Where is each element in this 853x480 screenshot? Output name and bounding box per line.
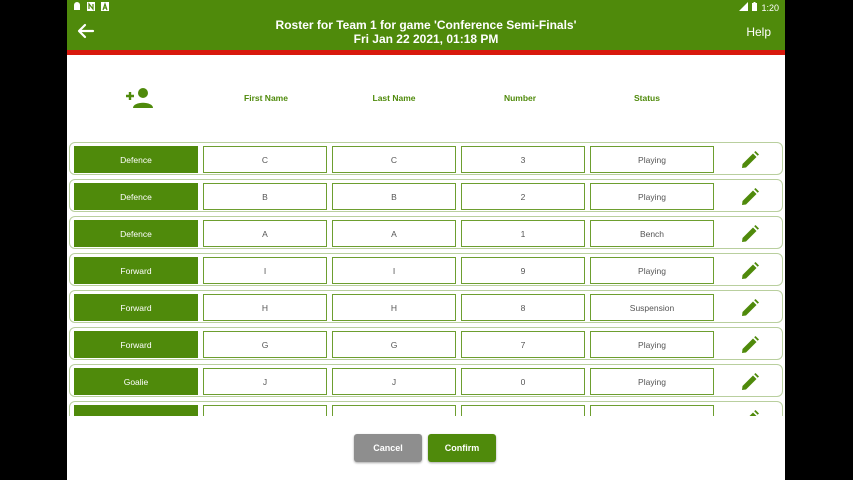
last-name-cell[interactable]: I xyxy=(332,257,456,284)
first-name-cell[interactable]: B xyxy=(203,183,327,210)
position-chip[interactable]: Defence xyxy=(74,183,198,210)
header-status: Status xyxy=(634,93,660,103)
back-arrow-icon[interactable] xyxy=(75,20,97,42)
number-cell[interactable]: 8 xyxy=(461,294,585,321)
position-chip[interactable]: Forward xyxy=(74,294,198,321)
number-cell[interactable]: 2 xyxy=(461,183,585,210)
status-cell[interactable]: Playing xyxy=(590,183,714,210)
clock: 1:20 xyxy=(761,2,779,13)
roster-row: Goalie J J 0 Playing xyxy=(69,364,783,397)
a-icon xyxy=(101,2,109,11)
signal-icon xyxy=(739,2,749,13)
roster-row: Forward I I 9 Playing xyxy=(69,253,783,286)
title-line1: Roster for Team 1 for game 'Conference S… xyxy=(275,18,577,32)
status-cell[interactable]: Playing xyxy=(590,146,714,173)
number-cell[interactable]: 9 xyxy=(461,257,585,284)
last-name-cell[interactable]: B xyxy=(332,183,456,210)
table-header: First Name Last Name Number Status xyxy=(67,80,785,116)
number-cell[interactable]: 6 xyxy=(461,405,585,416)
accent-divider xyxy=(67,50,785,55)
n-icon xyxy=(87,2,95,11)
position-chip[interactable]: Forward xyxy=(74,331,198,358)
number-cell[interactable]: 3 xyxy=(461,146,585,173)
first-name-cell[interactable]: F xyxy=(203,405,327,416)
first-name-cell[interactable]: A xyxy=(203,220,327,247)
last-name-cell[interactable]: H xyxy=(332,294,456,321)
last-name-cell[interactable]: G xyxy=(332,331,456,358)
header-number: Number xyxy=(503,93,537,103)
status-cell[interactable]: Playing xyxy=(590,257,714,284)
position-chip[interactable]: Defence xyxy=(74,220,198,247)
status-cell[interactable]: Playing xyxy=(590,331,714,358)
roster-row: Forward H H 8 Suspension xyxy=(69,290,783,323)
roster-row: Defence A A 1 Bench xyxy=(69,216,783,249)
roster-row: Midfield F F 6 Inactive xyxy=(69,401,783,416)
add-player-icon[interactable] xyxy=(125,87,153,109)
position-chip[interactable]: Goalie xyxy=(74,368,198,395)
last-name-cell[interactable]: A xyxy=(332,220,456,247)
first-name-cell[interactable]: H xyxy=(203,294,327,321)
first-name-cell[interactable]: J xyxy=(203,368,327,395)
edit-pencil-icon[interactable] xyxy=(740,224,760,244)
android-icon xyxy=(73,2,81,11)
edit-pencil-icon[interactable] xyxy=(740,187,760,207)
last-name-cell[interactable]: C xyxy=(332,146,456,173)
app-window: 1:20 Roster for Team 1 for game 'Confere… xyxy=(67,0,785,480)
cancel-button[interactable]: Cancel xyxy=(354,434,422,462)
roster-row: Defence C C 3 Playing xyxy=(69,142,783,175)
first-name-cell[interactable]: G xyxy=(203,331,327,358)
position-chip[interactable]: Forward xyxy=(74,257,198,284)
app-bar: Roster for Team 1 for game 'Conference S… xyxy=(67,14,785,50)
position-chip[interactable]: Defence xyxy=(74,146,198,173)
roster-row: Defence B B 2 Playing xyxy=(69,179,783,212)
number-cell[interactable]: 1 xyxy=(461,220,585,247)
header-last-name: Last Name xyxy=(372,93,416,103)
header-first-name: First Name xyxy=(244,93,288,103)
status-cell[interactable]: Playing xyxy=(590,368,714,395)
page-title: Roster for Team 1 for game 'Conference S… xyxy=(127,18,725,46)
last-name-cell[interactable]: J xyxy=(332,368,456,395)
confirm-button[interactable]: Confirm xyxy=(428,434,496,462)
last-name-cell[interactable]: F xyxy=(332,405,456,416)
edit-pencil-icon[interactable] xyxy=(740,298,760,318)
edit-pencil-icon[interactable] xyxy=(740,335,760,355)
status-cell[interactable]: Inactive xyxy=(590,405,714,416)
battery-icon xyxy=(752,2,758,13)
status-cell[interactable]: Suspension xyxy=(590,294,714,321)
status-cell[interactable]: Bench xyxy=(590,220,714,247)
help-button[interactable]: Help xyxy=(746,25,771,39)
edit-pencil-icon[interactable] xyxy=(740,261,760,281)
roster-list[interactable]: Defence C C 3 Playing Defence B B 2 Play… xyxy=(67,142,785,416)
position-chip[interactable]: Midfield xyxy=(74,405,198,416)
roster-row: Forward G G 7 Playing xyxy=(69,327,783,360)
first-name-cell[interactable]: I xyxy=(203,257,327,284)
edit-pencil-icon[interactable] xyxy=(740,409,760,416)
first-name-cell[interactable]: C xyxy=(203,146,327,173)
edit-pencil-icon[interactable] xyxy=(740,372,760,392)
title-line2: Fri Jan 22 2021, 01:18 PM xyxy=(353,32,499,46)
number-cell[interactable]: 0 xyxy=(461,368,585,395)
number-cell[interactable]: 7 xyxy=(461,331,585,358)
edit-pencil-icon[interactable] xyxy=(740,150,760,170)
status-bar: 1:20 xyxy=(67,0,785,14)
